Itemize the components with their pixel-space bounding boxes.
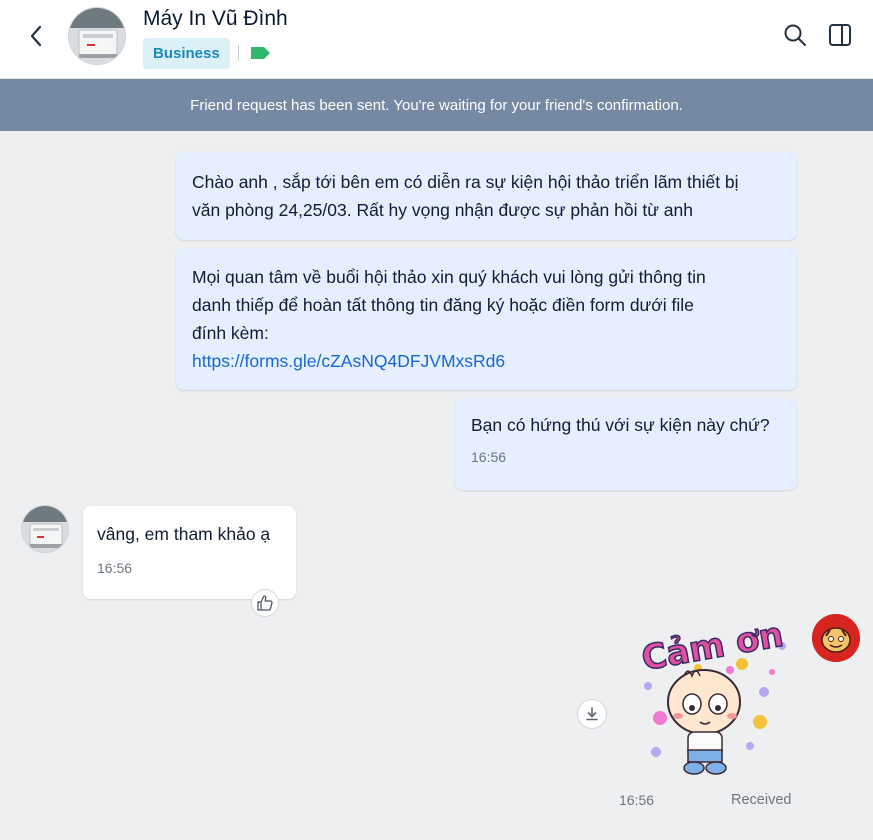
message-line: văn phòng 24,25/03. Rất hy vọng nhận đượ…: [192, 200, 693, 220]
form-link[interactable]: https://forms.gle/cZAsNQ4DFJVMxsRd6: [192, 351, 505, 371]
like-reaction-button[interactable]: [251, 589, 279, 617]
message-time: 16:56: [471, 449, 507, 465]
sidebar-toggle-icon: [829, 24, 851, 46]
message-line: vâng, em tham khảo ạ: [97, 524, 271, 544]
message-line: Mọi quan tâm về buổi hội thảo xin quý kh…: [192, 267, 706, 287]
sidebar-toggle-button[interactable]: [827, 22, 853, 48]
message-bubble-outgoing[interactable]: Mọi quan tâm về buổi hội thảo xin quý kh…: [176, 248, 797, 390]
message-bubble-incoming[interactable]: vâng, em tham khảo ạ 16:56: [83, 506, 296, 599]
message-line: danh thiếp để hoàn tất thông tin đăng ký…: [192, 295, 694, 315]
my-avatar[interactable]: [812, 614, 860, 662]
contact-avatar[interactable]: [68, 7, 126, 65]
download-icon: [586, 707, 598, 721]
download-button[interactable]: [577, 699, 607, 729]
back-arrow-icon: [30, 25, 42, 47]
business-badge: Business: [143, 38, 230, 69]
sender-avatar[interactable]: [21, 505, 69, 553]
divider: [238, 45, 239, 61]
sticker-text: Cảm ơn: [639, 615, 787, 679]
message-time: 16:56: [619, 792, 655, 808]
message-line: đính kèm:: [192, 323, 269, 343]
contact-name: Máy In Vũ Đình: [143, 7, 288, 30]
thank-you-sticker[interactable]: Cảm ơn: [632, 612, 792, 782]
message-line: Chào anh , sắp tới bên em có diễn ra sự …: [192, 172, 739, 192]
delivery-status: Received: [731, 792, 792, 808]
friend-request-banner: Friend request has been sent. You're wai…: [0, 79, 873, 131]
chat-header: Máy In Vũ Đình Business: [0, 0, 873, 79]
message-bubble-outgoing[interactable]: Chào anh , sắp tới bên em có diễn ra sự …: [176, 152, 797, 240]
search-icon: [784, 24, 806, 46]
banner-text: Friend request has been sent. You're wai…: [190, 96, 683, 114]
thumbs-up-icon: [257, 595, 273, 611]
back-button[interactable]: [22, 22, 50, 50]
message-time: 16:56: [97, 560, 133, 576]
message-line: Bạn có hứng thú với sự kiện này chứ?: [471, 415, 770, 435]
message-bubble-outgoing[interactable]: Bạn có hứng thú với sự kiện này chứ? 16:…: [455, 398, 797, 490]
search-button[interactable]: [782, 22, 808, 48]
label-tag-icon[interactable]: [249, 46, 271, 60]
